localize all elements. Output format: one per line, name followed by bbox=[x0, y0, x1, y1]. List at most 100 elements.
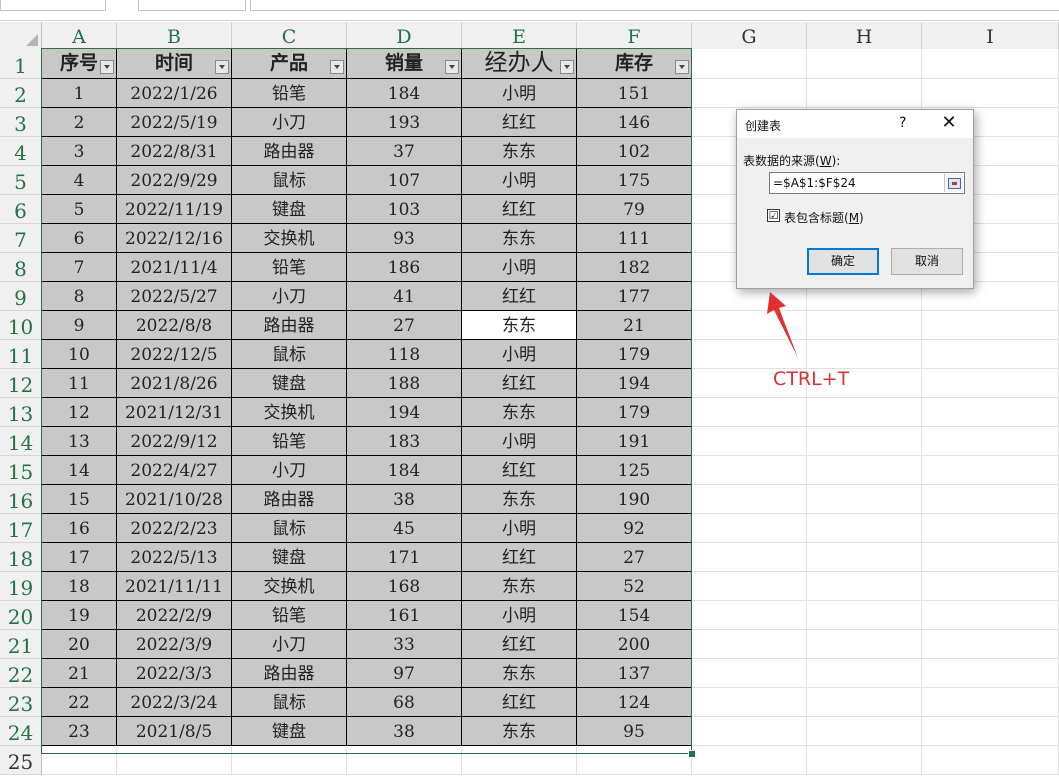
table-cell[interactable]: 22 bbox=[42, 688, 117, 717]
filter-dropdown-icon[interactable] bbox=[330, 60, 344, 74]
empty-cell[interactable] bbox=[692, 572, 807, 601]
table-cell[interactable]: 红红 bbox=[462, 688, 577, 717]
cancel-button[interactable]: 取消 bbox=[891, 248, 963, 275]
table-cell[interactable]: 111 bbox=[577, 224, 692, 253]
close-icon[interactable]: ✕ bbox=[937, 112, 961, 134]
row-header-7[interactable]: 7 bbox=[0, 224, 42, 253]
formula-bar-buttons[interactable] bbox=[138, 0, 246, 11]
help-button[interactable]: ? bbox=[899, 115, 906, 131]
table-cell[interactable]: 2022/9/12 bbox=[117, 427, 232, 456]
table-cell[interactable]: 102 bbox=[577, 137, 692, 166]
table-cell[interactable]: 2022/8/8 bbox=[117, 311, 232, 340]
table-cell[interactable]: 14 bbox=[42, 456, 117, 485]
empty-cell[interactable] bbox=[922, 340, 1059, 369]
table-cell[interactable]: 124 bbox=[577, 688, 692, 717]
row-header-18[interactable]: 18 bbox=[0, 543, 42, 572]
table-cell[interactable]: 小刀 bbox=[232, 456, 347, 485]
table-cell[interactable]: 路由器 bbox=[232, 659, 347, 688]
row-header-23[interactable]: 23 bbox=[0, 688, 42, 717]
table-cell[interactable]: 铅笔 bbox=[232, 601, 347, 630]
header-cell[interactable]: 经办人 bbox=[462, 49, 577, 79]
column-header-f[interactable]: F bbox=[577, 22, 692, 50]
empty-cell[interactable] bbox=[692, 79, 807, 108]
empty-cell[interactable] bbox=[807, 485, 922, 514]
empty-cell[interactable] bbox=[922, 456, 1059, 485]
table-cell[interactable]: 东东 bbox=[462, 311, 577, 340]
row-header-3[interactable]: 3 bbox=[0, 108, 42, 137]
table-cell[interactable]: 8 bbox=[42, 282, 117, 311]
table-cell[interactable]: 10 bbox=[42, 340, 117, 369]
table-cell[interactable]: 小刀 bbox=[232, 108, 347, 137]
empty-cell[interactable] bbox=[807, 456, 922, 485]
table-cell[interactable]: 186 bbox=[347, 253, 462, 282]
table-cell[interactable]: 27 bbox=[347, 311, 462, 340]
table-cell[interactable]: 38 bbox=[347, 485, 462, 514]
empty-cell[interactable] bbox=[692, 514, 807, 543]
table-cell[interactable]: 194 bbox=[577, 369, 692, 398]
table-cell[interactable]: 小刀 bbox=[232, 282, 347, 311]
ok-button[interactable]: 确定 bbox=[807, 248, 879, 275]
column-header-h[interactable]: H bbox=[807, 22, 922, 50]
empty-cell[interactable] bbox=[922, 369, 1059, 398]
row-header-25[interactable]: 25 bbox=[0, 746, 42, 775]
table-cell[interactable]: 小明 bbox=[462, 79, 577, 108]
table-cell[interactable]: 1 bbox=[42, 79, 117, 108]
table-cell[interactable]: 小明 bbox=[462, 601, 577, 630]
empty-cell[interactable] bbox=[462, 746, 577, 775]
empty-cell[interactable] bbox=[807, 49, 922, 79]
row-header-22[interactable]: 22 bbox=[0, 659, 42, 688]
table-cell[interactable]: 21 bbox=[42, 659, 117, 688]
empty-cell[interactable] bbox=[692, 398, 807, 427]
row-header-4[interactable]: 4 bbox=[0, 137, 42, 166]
table-cell[interactable]: 179 bbox=[577, 398, 692, 427]
table-cell[interactable]: 交换机 bbox=[232, 224, 347, 253]
table-cell[interactable]: 2022/3/3 bbox=[117, 659, 232, 688]
table-cell[interactable]: 193 bbox=[347, 108, 462, 137]
table-cell[interactable]: 路由器 bbox=[232, 485, 347, 514]
row-header-9[interactable]: 9 bbox=[0, 282, 42, 311]
table-cell[interactable]: 33 bbox=[347, 630, 462, 659]
empty-cell[interactable] bbox=[807, 543, 922, 572]
table-cell[interactable]: 184 bbox=[347, 456, 462, 485]
has-headers-label[interactable]: 表包含标题(M) bbox=[784, 209, 864, 226]
table-cell[interactable]: 键盘 bbox=[232, 717, 347, 746]
has-headers-checkbox[interactable]: ☑ bbox=[767, 209, 780, 222]
table-cell[interactable]: 小明 bbox=[462, 514, 577, 543]
empty-cell[interactable] bbox=[922, 514, 1059, 543]
table-cell[interactable]: 194 bbox=[347, 398, 462, 427]
table-cell[interactable]: 2022/3/9 bbox=[117, 630, 232, 659]
table-cell[interactable]: 2021/10/28 bbox=[117, 485, 232, 514]
table-cell[interactable]: 107 bbox=[347, 166, 462, 195]
empty-cell[interactable] bbox=[692, 659, 807, 688]
table-cell[interactable]: 红红 bbox=[462, 456, 577, 485]
empty-cell[interactable] bbox=[922, 572, 1059, 601]
header-cell[interactable]: 时间 bbox=[117, 49, 232, 79]
table-cell[interactable]: 2022/2/9 bbox=[117, 601, 232, 630]
table-cell[interactable]: 2022/12/16 bbox=[117, 224, 232, 253]
table-cell[interactable]: 19 bbox=[42, 601, 117, 630]
table-cell[interactable]: 7 bbox=[42, 253, 117, 282]
table-cell[interactable]: 137 bbox=[577, 659, 692, 688]
empty-cell[interactable] bbox=[692, 717, 807, 746]
column-header-g[interactable]: G bbox=[692, 22, 807, 50]
table-cell[interactable]: 182 bbox=[577, 253, 692, 282]
table-cell[interactable]: 3 bbox=[42, 137, 117, 166]
empty-cell[interactable] bbox=[807, 601, 922, 630]
empty-cell[interactable] bbox=[922, 543, 1059, 572]
table-cell[interactable]: 2021/8/26 bbox=[117, 369, 232, 398]
table-cell[interactable]: 9 bbox=[42, 311, 117, 340]
table-cell[interactable]: 铅笔 bbox=[232, 253, 347, 282]
header-cell[interactable]: 销量 bbox=[347, 49, 462, 79]
empty-cell[interactable] bbox=[807, 630, 922, 659]
row-header-12[interactable]: 12 bbox=[0, 369, 42, 398]
empty-cell[interactable] bbox=[807, 398, 922, 427]
table-cell[interactable]: 16 bbox=[42, 514, 117, 543]
column-header-c[interactable]: C bbox=[232, 22, 347, 50]
table-cell[interactable]: 东东 bbox=[462, 485, 577, 514]
table-cell[interactable]: 200 bbox=[577, 630, 692, 659]
table-cell[interactable]: 红红 bbox=[462, 108, 577, 137]
table-cell[interactable]: 2022/11/19 bbox=[117, 195, 232, 224]
table-cell[interactable]: 2022/9/29 bbox=[117, 166, 232, 195]
table-cell[interactable]: 95 bbox=[577, 717, 692, 746]
table-cell[interactable]: 23 bbox=[42, 717, 117, 746]
